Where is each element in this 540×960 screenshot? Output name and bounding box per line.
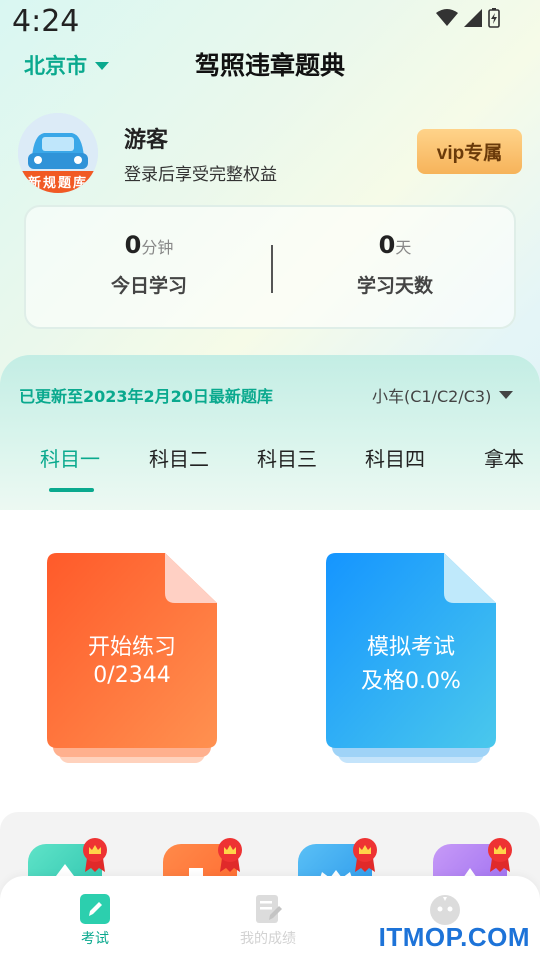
- vip-badge-icon: [353, 838, 377, 872]
- status-icons: [436, 8, 500, 28]
- chevron-down-icon: [499, 391, 514, 399]
- watermark: ITMOP.COM: [378, 922, 530, 952]
- stat-label: 学习天数: [356, 275, 433, 297]
- stat-unit: 分钟: [141, 238, 174, 257]
- vip-badge-icon: [488, 838, 512, 872]
- active-tab-indicator: [49, 488, 94, 492]
- mock-exam-card[interactable]: 模拟考试 及格0.0%: [326, 553, 496, 763]
- tab-subject-4[interactable]: 科目四: [365, 443, 425, 472]
- car-type-selector[interactable]: 小车(C1/C2/C3): [372, 383, 514, 407]
- nav-label: 考试: [81, 931, 109, 947]
- page-title: 驾照违章题典: [194, 51, 345, 80]
- stat-value: 0: [124, 231, 142, 259]
- practice-progress: 0/2344: [93, 663, 171, 688]
- stat-unit: 天: [395, 238, 412, 257]
- practice-title: 开始练习: [87, 635, 176, 660]
- avatar-badge-text: 新规题库: [27, 176, 88, 191]
- login-hint[interactable]: 登录后享受完整权益: [124, 160, 277, 185]
- exam-title: 模拟考试: [366, 635, 455, 660]
- tab-subject-1[interactable]: 科目一: [40, 443, 100, 472]
- stat-days: 0天 学习天数: [272, 207, 518, 331]
- practice-card[interactable]: 开始练习 0/2344: [47, 553, 217, 763]
- user-name: 游客: [124, 128, 169, 153]
- status-time: 4:24: [12, 4, 80, 39]
- status-bar: 4:24: [0, 0, 540, 44]
- vip-button[interactable]: vip专属: [417, 129, 522, 174]
- subject-tabs: 科目一 科目二 科目三 科目四 拿本: [0, 443, 540, 493]
- score-icon: [256, 895, 282, 923]
- car-type-label: 小车(C1/C2/C3): [372, 387, 492, 406]
- vip-badge-icon: [218, 838, 242, 872]
- exam-pass-rate: 及格0.0%: [361, 669, 461, 694]
- nav-exam[interactable]: 考试: [55, 894, 135, 948]
- study-stats-card: 0分钟 今日学习 0天 学习天数: [24, 205, 516, 329]
- stat-today: 0分钟 今日学习: [26, 207, 272, 331]
- pencil-icon: [80, 894, 110, 924]
- avatar[interactable]: 新规题库: [18, 113, 98, 193]
- nav-scores[interactable]: 我的成绩: [228, 894, 308, 948]
- stat-label: 今日学习: [110, 275, 187, 297]
- signal-icon: [464, 9, 482, 27]
- battery-icon: [488, 8, 500, 28]
- stat-value: 0: [378, 231, 396, 259]
- tab-subject-3[interactable]: 科目三: [257, 443, 317, 472]
- tab-subject-2[interactable]: 科目二: [149, 443, 209, 472]
- tab-get-license[interactable]: 拿本: [484, 443, 524, 472]
- bank-update-text: 已更新至2023年2月20日最新题库: [19, 387, 273, 406]
- wifi-icon: [436, 9, 458, 26]
- nav-label: 我的成绩: [240, 931, 296, 947]
- vip-badge-icon: [83, 838, 107, 872]
